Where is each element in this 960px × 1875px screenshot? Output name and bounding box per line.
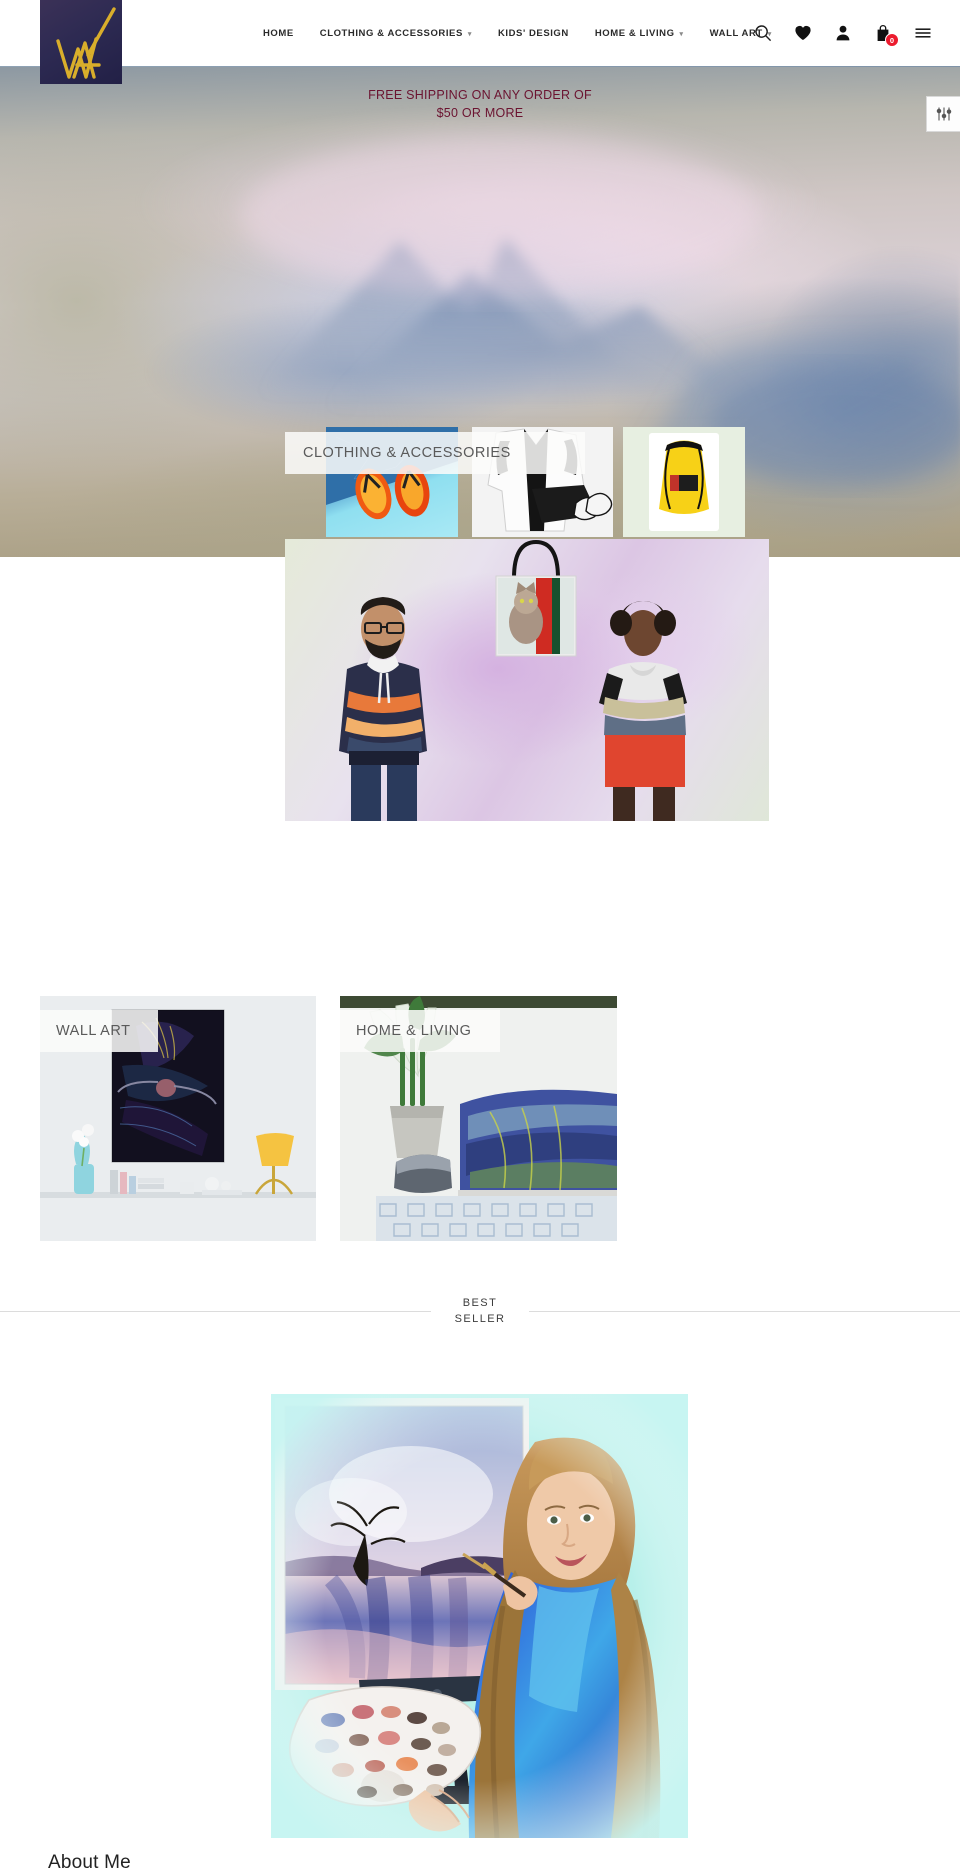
category-label-wall-art[interactable]: WALL ART xyxy=(40,1010,158,1052)
product-tile-drawstring-bag[interactable] xyxy=(623,427,745,537)
main-navigation: HOME CLOTHING & ACCESSORIES ▾ KIDS' DESI… xyxy=(250,0,785,66)
chevron-down-icon: ▾ xyxy=(467,30,472,38)
nav-item-kids-design[interactable]: KIDS' DESIGN xyxy=(485,0,582,66)
best-seller-image[interactable] xyxy=(271,1394,688,1838)
cart-count-badge: 0 xyxy=(885,33,899,47)
free-shipping-banner: FREE SHIPPING ON ANY ORDER OF $50 OR MOR… xyxy=(0,86,960,122)
settings-sliders-widget[interactable] xyxy=(926,96,960,132)
site-header: HOME CLOTHING & ACCESSORIES ▾ KIDS' DESI… xyxy=(0,0,960,66)
clothing-category-block[interactable]: CLOTHING & ACCESSORIES xyxy=(285,427,769,821)
shipping-line-1: FREE SHIPPING ON ANY ORDER OF xyxy=(368,88,592,102)
chevron-down-icon: ▾ xyxy=(679,30,684,38)
header-icon-group: 0 xyxy=(754,0,932,66)
best-seller-line-1: BEST xyxy=(462,1297,498,1309)
best-seller-title: BEST SELLER xyxy=(431,1296,530,1328)
divider-right xyxy=(529,1311,960,1313)
category-label-clothing[interactable]: CLOTHING & ACCESSORIES xyxy=(285,432,585,474)
site-logo[interactable] xyxy=(40,0,122,84)
account-user-icon[interactable] xyxy=(834,24,852,42)
nav-item-home[interactable]: HOME xyxy=(250,0,307,66)
divider-left xyxy=(0,1311,431,1313)
category-label-text: HOME & LIVING xyxy=(356,1023,472,1039)
nav-item-home-living[interactable]: HOME & LIVING ▾ xyxy=(582,0,697,66)
shopping-bag-icon[interactable]: 0 xyxy=(874,24,899,47)
nav-label: HOME xyxy=(263,27,294,39)
category-row: WALL ART HOME & LIVING xyxy=(0,996,960,1246)
about-me-heading: About Me xyxy=(48,1852,131,1873)
best-seller-line-2: SELLER xyxy=(454,1312,506,1325)
nav-label: CLOTHING & ACCESSORIES xyxy=(319,27,463,39)
product-model-hoodie[interactable] xyxy=(325,595,443,821)
category-label-text: WALL ART xyxy=(56,1023,131,1039)
homepage: HOME CLOTHING & ACCESSORIES ▾ KIDS' DESI… xyxy=(0,0,960,1875)
category-label-text: CLOTHING & ACCESSORIES xyxy=(303,445,511,461)
search-icon[interactable] xyxy=(754,24,772,42)
shipping-line-2: $50 OR MORE xyxy=(436,106,524,121)
product-tote-bag-cat[interactable] xyxy=(488,530,584,662)
nav-label: KIDS' DESIGN xyxy=(497,27,569,39)
best-seller-heading: BEST SELLER xyxy=(0,1296,960,1328)
nav-item-clothing-accessories[interactable]: CLOTHING & ACCESSORIES ▾ xyxy=(307,0,485,66)
hamburger-menu-icon[interactable] xyxy=(914,24,932,42)
product-model-tshirt[interactable] xyxy=(587,599,697,821)
category-card-home-living[interactable]: HOME & LIVING xyxy=(340,996,617,1241)
nav-label: HOME & LIVING xyxy=(594,27,675,39)
wishlist-heart-icon[interactable] xyxy=(794,24,812,42)
category-card-wall-art[interactable]: WALL ART xyxy=(40,996,316,1241)
category-label-home-living[interactable]: HOME & LIVING xyxy=(340,1010,500,1052)
